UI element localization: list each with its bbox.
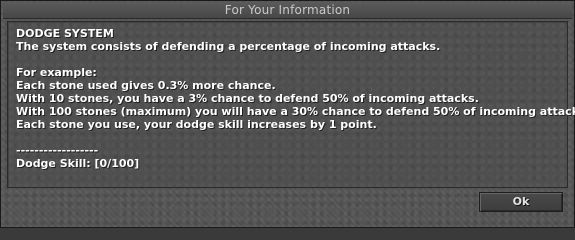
message-line: For example: xyxy=(16,66,97,79)
message-heading: DODGE SYSTEM xyxy=(16,27,114,40)
message-line: With 100 stones (maximum) you will have … xyxy=(16,105,575,118)
message-line: Each stone you use, your dodge skill inc… xyxy=(16,118,377,131)
message-divider: ------------------ xyxy=(16,144,99,157)
message-line: Each stone used gives 0.3% more chance. xyxy=(16,79,276,92)
ok-button[interactable]: Ok xyxy=(479,192,563,212)
message-line: With 10 stones, you have a 3% chance to … xyxy=(16,92,479,105)
dodge-skill-value: Dodge Skill: [0/100] xyxy=(16,157,140,170)
information-dialog: For Your Information DODGE SYSTEM The sy… xyxy=(0,0,575,228)
dialog-title: For Your Information xyxy=(3,2,572,19)
message-panel: DODGE SYSTEM The system consists of defe… xyxy=(7,21,575,188)
message-line: The system consists of defending a perce… xyxy=(16,40,441,53)
